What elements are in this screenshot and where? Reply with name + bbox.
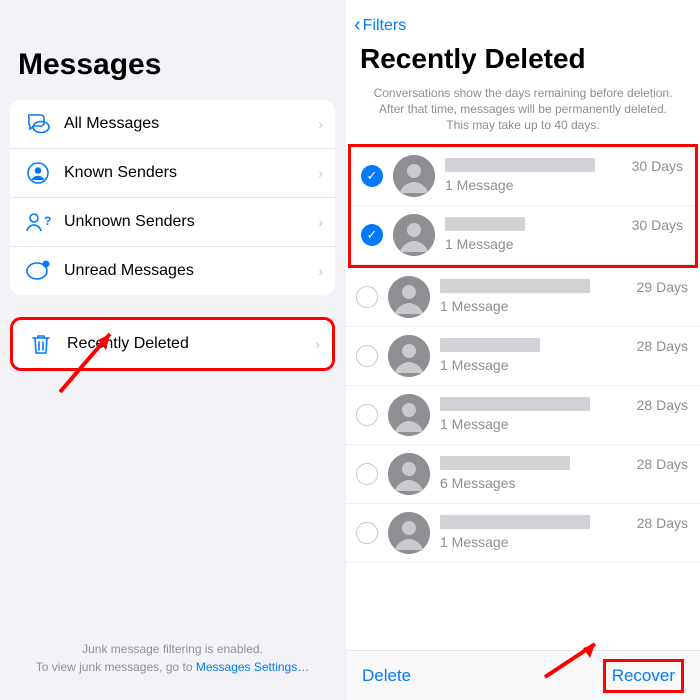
select-checkbox[interactable] [356, 404, 378, 426]
filter-label: Unknown Senders [64, 213, 318, 231]
deletion-note: Conversations show the days remaining be… [346, 83, 700, 144]
message-count: 1 Message [445, 236, 683, 252]
days-remaining: 30 Days [632, 158, 683, 174]
contact-name-redacted [440, 279, 590, 293]
conversation-row[interactable]: 28 Days 1 Message [346, 504, 700, 563]
select-checkbox[interactable]: ✓ [361, 165, 383, 187]
filter-known-senders[interactable]: Known Senders › [10, 149, 335, 198]
chat-bubbles-icon [24, 110, 52, 138]
avatar-icon [393, 155, 435, 197]
delete-button[interactable]: Delete [362, 666, 411, 686]
conversation-row[interactable]: 28 Days 1 Message [346, 327, 700, 386]
back-label: Filters [363, 17, 407, 35]
days-remaining: 28 Days [637, 338, 688, 354]
message-count: 6 Messages [440, 475, 688, 491]
footer-line1: Junk message filtering is enabled. [20, 641, 325, 658]
bottom-toolbar: Delete Recover [346, 650, 700, 700]
filter-label: Known Senders [64, 164, 318, 182]
contact-name-redacted [440, 515, 590, 529]
avatar-icon [388, 335, 430, 377]
days-remaining: 28 Days [637, 456, 688, 472]
recently-deleted-card: Recently Deleted › [10, 317, 335, 371]
conversation-row[interactable]: ✓ 30 Days 1 Message [351, 147, 695, 206]
select-checkbox[interactable] [356, 463, 378, 485]
chevron-right-icon: › [318, 165, 323, 181]
message-count: 1 Message [445, 177, 683, 193]
unread-bubble-icon [24, 257, 52, 285]
page-title: Recently Deleted [346, 41, 700, 83]
selected-rows-highlight: ✓ 30 Days 1 Message ✓ 30 Days 1 Message [348, 144, 698, 268]
back-button[interactable]: ‹ Filters [346, 0, 700, 41]
contact-name-redacted [445, 158, 595, 172]
person-question-icon: ? [24, 208, 52, 236]
svg-text:?: ? [44, 214, 51, 228]
chevron-right-icon: › [318, 116, 323, 132]
filter-label: Recently Deleted [67, 335, 315, 353]
messages-filters-screen: Messages All Messages › Known Senders › … [0, 0, 345, 700]
filter-recently-deleted[interactable]: Recently Deleted › [13, 320, 332, 368]
select-checkbox[interactable] [356, 286, 378, 308]
filter-label: All Messages [64, 115, 318, 133]
recently-deleted-screen: ‹ Filters Recently Deleted Conversations… [345, 0, 700, 700]
select-checkbox[interactable] [356, 345, 378, 367]
conversation-row[interactable]: 28 Days 1 Message [346, 386, 700, 445]
recover-button[interactable]: Recover [603, 659, 684, 693]
filter-all-messages[interactable]: All Messages › [10, 100, 335, 149]
message-count: 1 Message [440, 298, 688, 314]
trash-icon [27, 330, 55, 358]
chevron-right-icon: › [318, 214, 323, 230]
contact-name-redacted [440, 338, 540, 352]
filter-unread-messages[interactable]: Unread Messages › [10, 247, 335, 295]
conversation-row[interactable]: 28 Days 6 Messages [346, 445, 700, 504]
contact-name-redacted [440, 397, 590, 411]
filters-list: All Messages › Known Senders › ? Unknown… [10, 100, 335, 295]
chevron-right-icon: › [315, 336, 320, 352]
days-remaining: 30 Days [632, 217, 683, 233]
days-remaining: 28 Days [637, 515, 688, 531]
avatar-icon [388, 276, 430, 318]
contact-name-redacted [440, 456, 570, 470]
avatar-icon [388, 453, 430, 495]
messages-settings-link[interactable]: Messages Settings… [196, 660, 309, 674]
avatar-icon [393, 214, 435, 256]
avatar-icon [388, 394, 430, 436]
days-remaining: 29 Days [637, 279, 688, 295]
filter-unknown-senders[interactable]: ? Unknown Senders › [10, 198, 335, 247]
filter-label: Unread Messages [64, 262, 318, 280]
chevron-left-icon: ‹ [354, 14, 361, 37]
check-icon: ✓ [367, 168, 378, 184]
footer-note: Junk message filtering is enabled. To vi… [0, 641, 345, 676]
chevron-right-icon: › [318, 263, 323, 279]
message-count: 1 Message [440, 534, 688, 550]
conversation-row[interactable]: 29 Days 1 Message [346, 268, 700, 327]
select-checkbox[interactable] [356, 522, 378, 544]
page-title: Messages [0, 0, 345, 100]
person-circle-icon [24, 159, 52, 187]
deleted-conversations-list: ✓ 30 Days 1 Message ✓ 30 Days 1 Message [346, 144, 700, 563]
check-icon: ✓ [367, 227, 378, 243]
days-remaining: 28 Days [637, 397, 688, 413]
conversation-row[interactable]: ✓ 30 Days 1 Message [351, 206, 695, 265]
message-count: 1 Message [440, 416, 688, 432]
avatar-icon [388, 512, 430, 554]
footer-line2: To view junk messages, go to Messages Se… [20, 659, 325, 676]
message-count: 1 Message [440, 357, 688, 373]
contact-name-redacted [445, 217, 525, 231]
select-checkbox[interactable]: ✓ [361, 224, 383, 246]
